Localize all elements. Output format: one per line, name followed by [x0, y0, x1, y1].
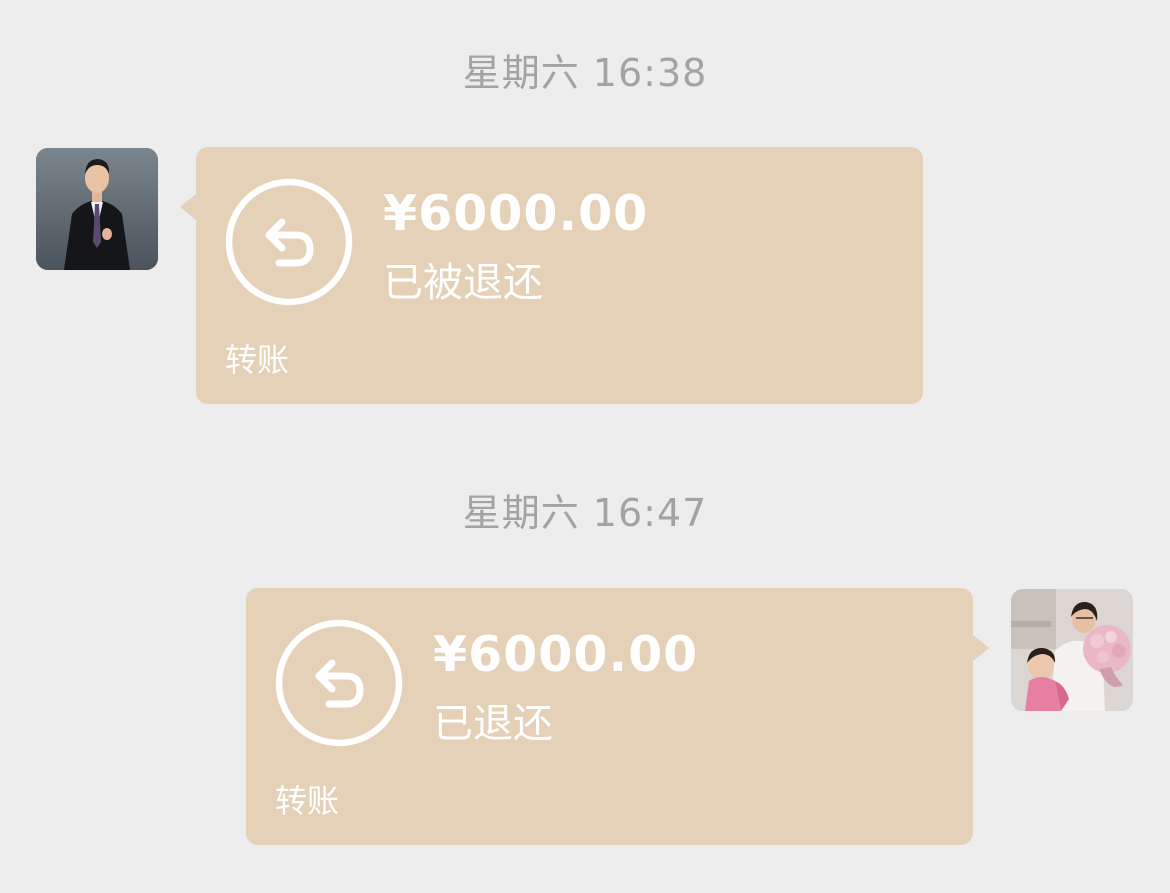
- bubble-tail: [972, 634, 989, 662]
- return-arrow-icon: [275, 619, 403, 747]
- transfer-status: 已退还: [433, 701, 553, 747]
- transfer-label: 转账: [275, 782, 340, 820]
- transfer-amount: ¥6000.00: [383, 185, 649, 242]
- message-timestamp: 星期六 16:38: [462, 51, 708, 95]
- person-photo-icon: [36, 148, 158, 270]
- person-with-flowers-photo-icon: [1011, 589, 1133, 711]
- transfer-amount: ¥6000.00: [433, 626, 699, 683]
- contact-avatar[interactable]: [36, 148, 158, 270]
- my-avatar[interactable]: [1011, 589, 1133, 711]
- message-timestamp: 星期六 16:47: [462, 491, 708, 535]
- return-arrow-icon: [225, 178, 353, 306]
- transfer-status: 已被退还: [383, 260, 543, 306]
- bubble-tail: [180, 193, 197, 221]
- transfer-message-bubble[interactable]: ¥6000.00 已被退还 转账: [180, 147, 923, 404]
- transfer-message-bubble[interactable]: ¥6000.00 已退还 转账: [246, 588, 989, 845]
- chat-screen: 星期六 16:38 ¥6000.00 已被退还 转账 星期六 16:47 ¥60…: [0, 0, 1170, 893]
- transfer-label: 转账: [225, 341, 290, 379]
